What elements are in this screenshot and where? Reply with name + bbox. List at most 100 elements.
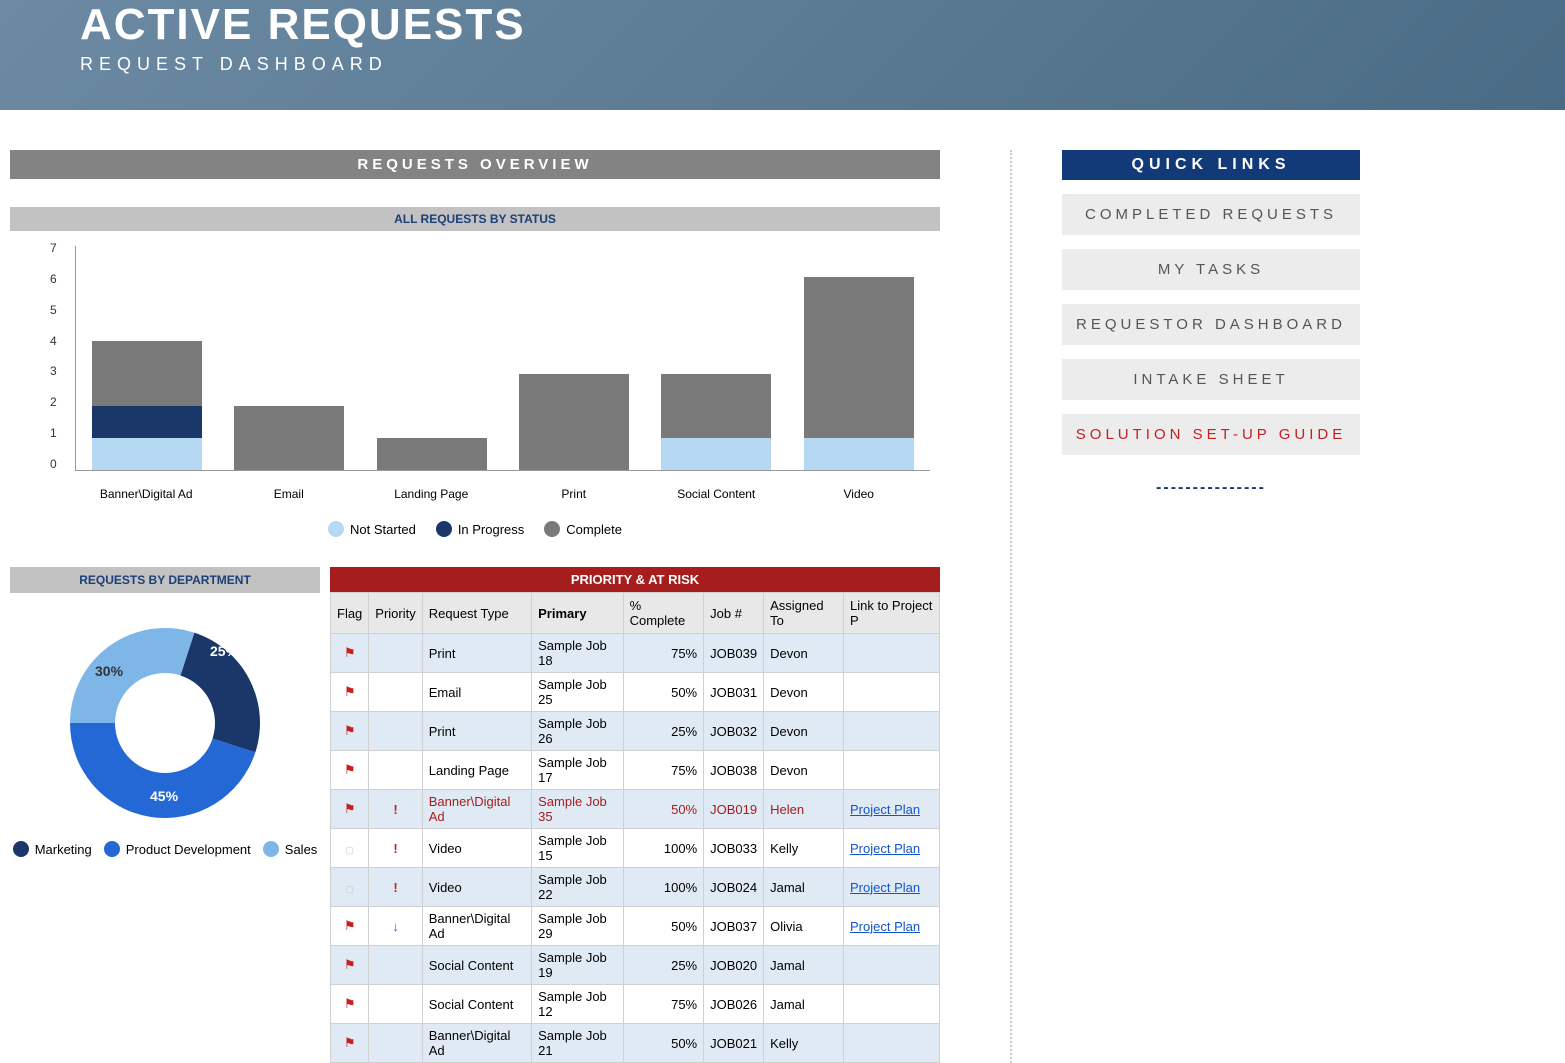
legend-item: Not Started [328,521,416,537]
cell-pct: 100% [623,868,704,907]
table-row[interactable]: ⚑Social ContentSample Job 1925%JOB020Jam… [331,946,940,985]
cell-type: Social Content [422,985,531,1024]
legend-item: Complete [544,521,622,537]
cell-pct: 25% [623,712,704,751]
cell-assigned: Jamal [764,868,844,907]
cell-pct: 75% [623,751,704,790]
flag-icon[interactable]: ⚑ [331,751,369,790]
flag-icon[interactable]: ⚑ [331,985,369,1024]
cell-pct: 75% [623,634,704,673]
column-header[interactable]: % Complete [623,593,704,634]
dept-legend-item: Marketing [13,841,92,857]
cell-primary: Sample Job 29 [532,907,623,946]
cell-type: Banner\Digital Ad [422,907,531,946]
column-header[interactable]: Link to Project P [844,593,940,634]
table-row[interactable]: ⚑ Landing PageSample Job 1775%JOB038Devon [331,751,940,790]
cell-primary: Sample Job 17 [532,751,623,790]
project-plan-link[interactable]: Project Plan [844,790,940,829]
legend-item: In Progress [436,521,524,537]
priority-icon: ! [369,829,422,868]
table-row[interactable]: ⚑Banner\Digital AdSample Job 2150%JOB021… [331,1024,940,1063]
project-plan-link[interactable]: Project Plan [844,829,940,868]
chart-legend: Not Started In Progress Complete [10,521,940,537]
quick-link-button[interactable]: MY TASKS [1062,249,1360,290]
table-row[interactable]: ⚑EmailSample Job 2550%JOB031Devon [331,673,940,712]
cell-job: JOB037 [704,907,764,946]
flag-icon[interactable]: ⚑ [331,673,369,712]
flag-off-icon[interactable]: ▢ [331,868,369,907]
column-header[interactable]: Request Type [422,593,531,634]
priority-header: PRIORITY & AT RISK [330,567,940,592]
column-header[interactable]: Assigned To [764,593,844,634]
cell-job: JOB038 [704,751,764,790]
column-header[interactable]: Flag [331,593,369,634]
table-row[interactable]: ⚑PrintSample Job 1875%JOB039Devon [331,634,940,673]
priority-icon [369,946,422,985]
flag-icon[interactable]: ⚑ [331,946,369,985]
project-plan-link [844,673,940,712]
flag-off-icon[interactable]: ▢ [331,829,369,868]
project-plan-link [844,985,940,1024]
dept-donut-chart: 25% 45% 30% [35,613,295,833]
status-header: ALL REQUESTS BY STATUS [10,207,940,231]
cell-job: JOB024 [704,868,764,907]
cell-primary: Sample Job 25 [532,673,623,712]
flag-icon[interactable]: ⚑ [331,1024,369,1063]
priority-icon [369,985,422,1024]
priority-icon [369,673,422,712]
cell-job: JOB039 [704,634,764,673]
flag-icon[interactable]: ⚑ [331,790,369,829]
priority-icon [369,1024,422,1063]
priority-icon: ! [369,868,422,907]
table-row[interactable]: ⚑!Banner\Digital AdSample Job 3550%JOB01… [331,790,940,829]
table-row[interactable]: ▢!VideoSample Job 22100%JOB024JamalProje… [331,868,940,907]
flag-icon[interactable]: ⚑ [331,712,369,751]
cell-job: JOB026 [704,985,764,1024]
quick-link-button[interactable]: REQUESTOR DASHBOARD [1062,304,1360,345]
quick-link-button[interactable]: COMPLETED REQUESTS [1062,194,1360,235]
cell-job: JOB021 [704,1024,764,1063]
project-plan-link [844,712,940,751]
cell-assigned: Kelly [764,829,844,868]
cell-assigned: Jamal [764,946,844,985]
project-plan-link [844,1024,940,1063]
flag-icon[interactable]: ⚑ [331,907,369,946]
cell-assigned: Kelly [764,1024,844,1063]
cell-primary: Sample Job 19 [532,946,623,985]
cell-primary: Sample Job 22 [532,868,623,907]
priority-icon [369,751,422,790]
priority-icon: ↓ [369,907,422,946]
table-row[interactable]: ⚑Social ContentSample Job 1275%JOB026Jam… [331,985,940,1024]
dept-legend-item: Product Development [104,841,251,857]
page-title: ACTIVE REQUESTS [80,0,1565,50]
cell-assigned: Devon [764,712,844,751]
table-row[interactable]: ▢!VideoSample Job 15100%JOB033KellyProje… [331,829,940,868]
quick-link-button[interactable]: SOLUTION SET-UP GUIDE [1062,414,1360,455]
cell-type: Landing Page [422,751,531,790]
cell-assigned: Devon [764,751,844,790]
quick-link-button[interactable]: INTAKE SHEET [1062,359,1360,400]
cell-type: Banner\Digital Ad [422,790,531,829]
project-plan-link[interactable]: Project Plan [844,868,940,907]
cell-pct: 50% [623,673,704,712]
overview-header: REQUESTS OVERVIEW [10,150,940,179]
ql-separator: --------------- [1062,479,1360,497]
cell-pct: 25% [623,946,704,985]
table-row[interactable]: ⚑↓Banner\Digital AdSample Job 2950%JOB03… [331,907,940,946]
column-header[interactable]: Priority [369,593,422,634]
page-subtitle: REQUEST DASHBOARD [80,54,1565,75]
column-header[interactable]: Job # [704,593,764,634]
column-header[interactable]: Primary [532,593,623,634]
dept-legend-item: Sales [263,841,318,857]
table-row[interactable]: ⚑PrintSample Job 2625%JOB032Devon [331,712,940,751]
project-plan-link[interactable]: Project Plan [844,907,940,946]
cell-type: Email [422,673,531,712]
cell-type: Video [422,868,531,907]
project-plan-link [844,946,940,985]
page-banner: ACTIVE REQUESTS REQUEST DASHBOARD [0,0,1565,110]
priority-table: FlagPriorityRequest TypePrimary% Complet… [330,592,940,1063]
cell-type: Print [422,634,531,673]
cell-type: Print [422,712,531,751]
cell-type: Banner\Digital Ad [422,1024,531,1063]
flag-icon[interactable]: ⚑ [331,634,369,673]
